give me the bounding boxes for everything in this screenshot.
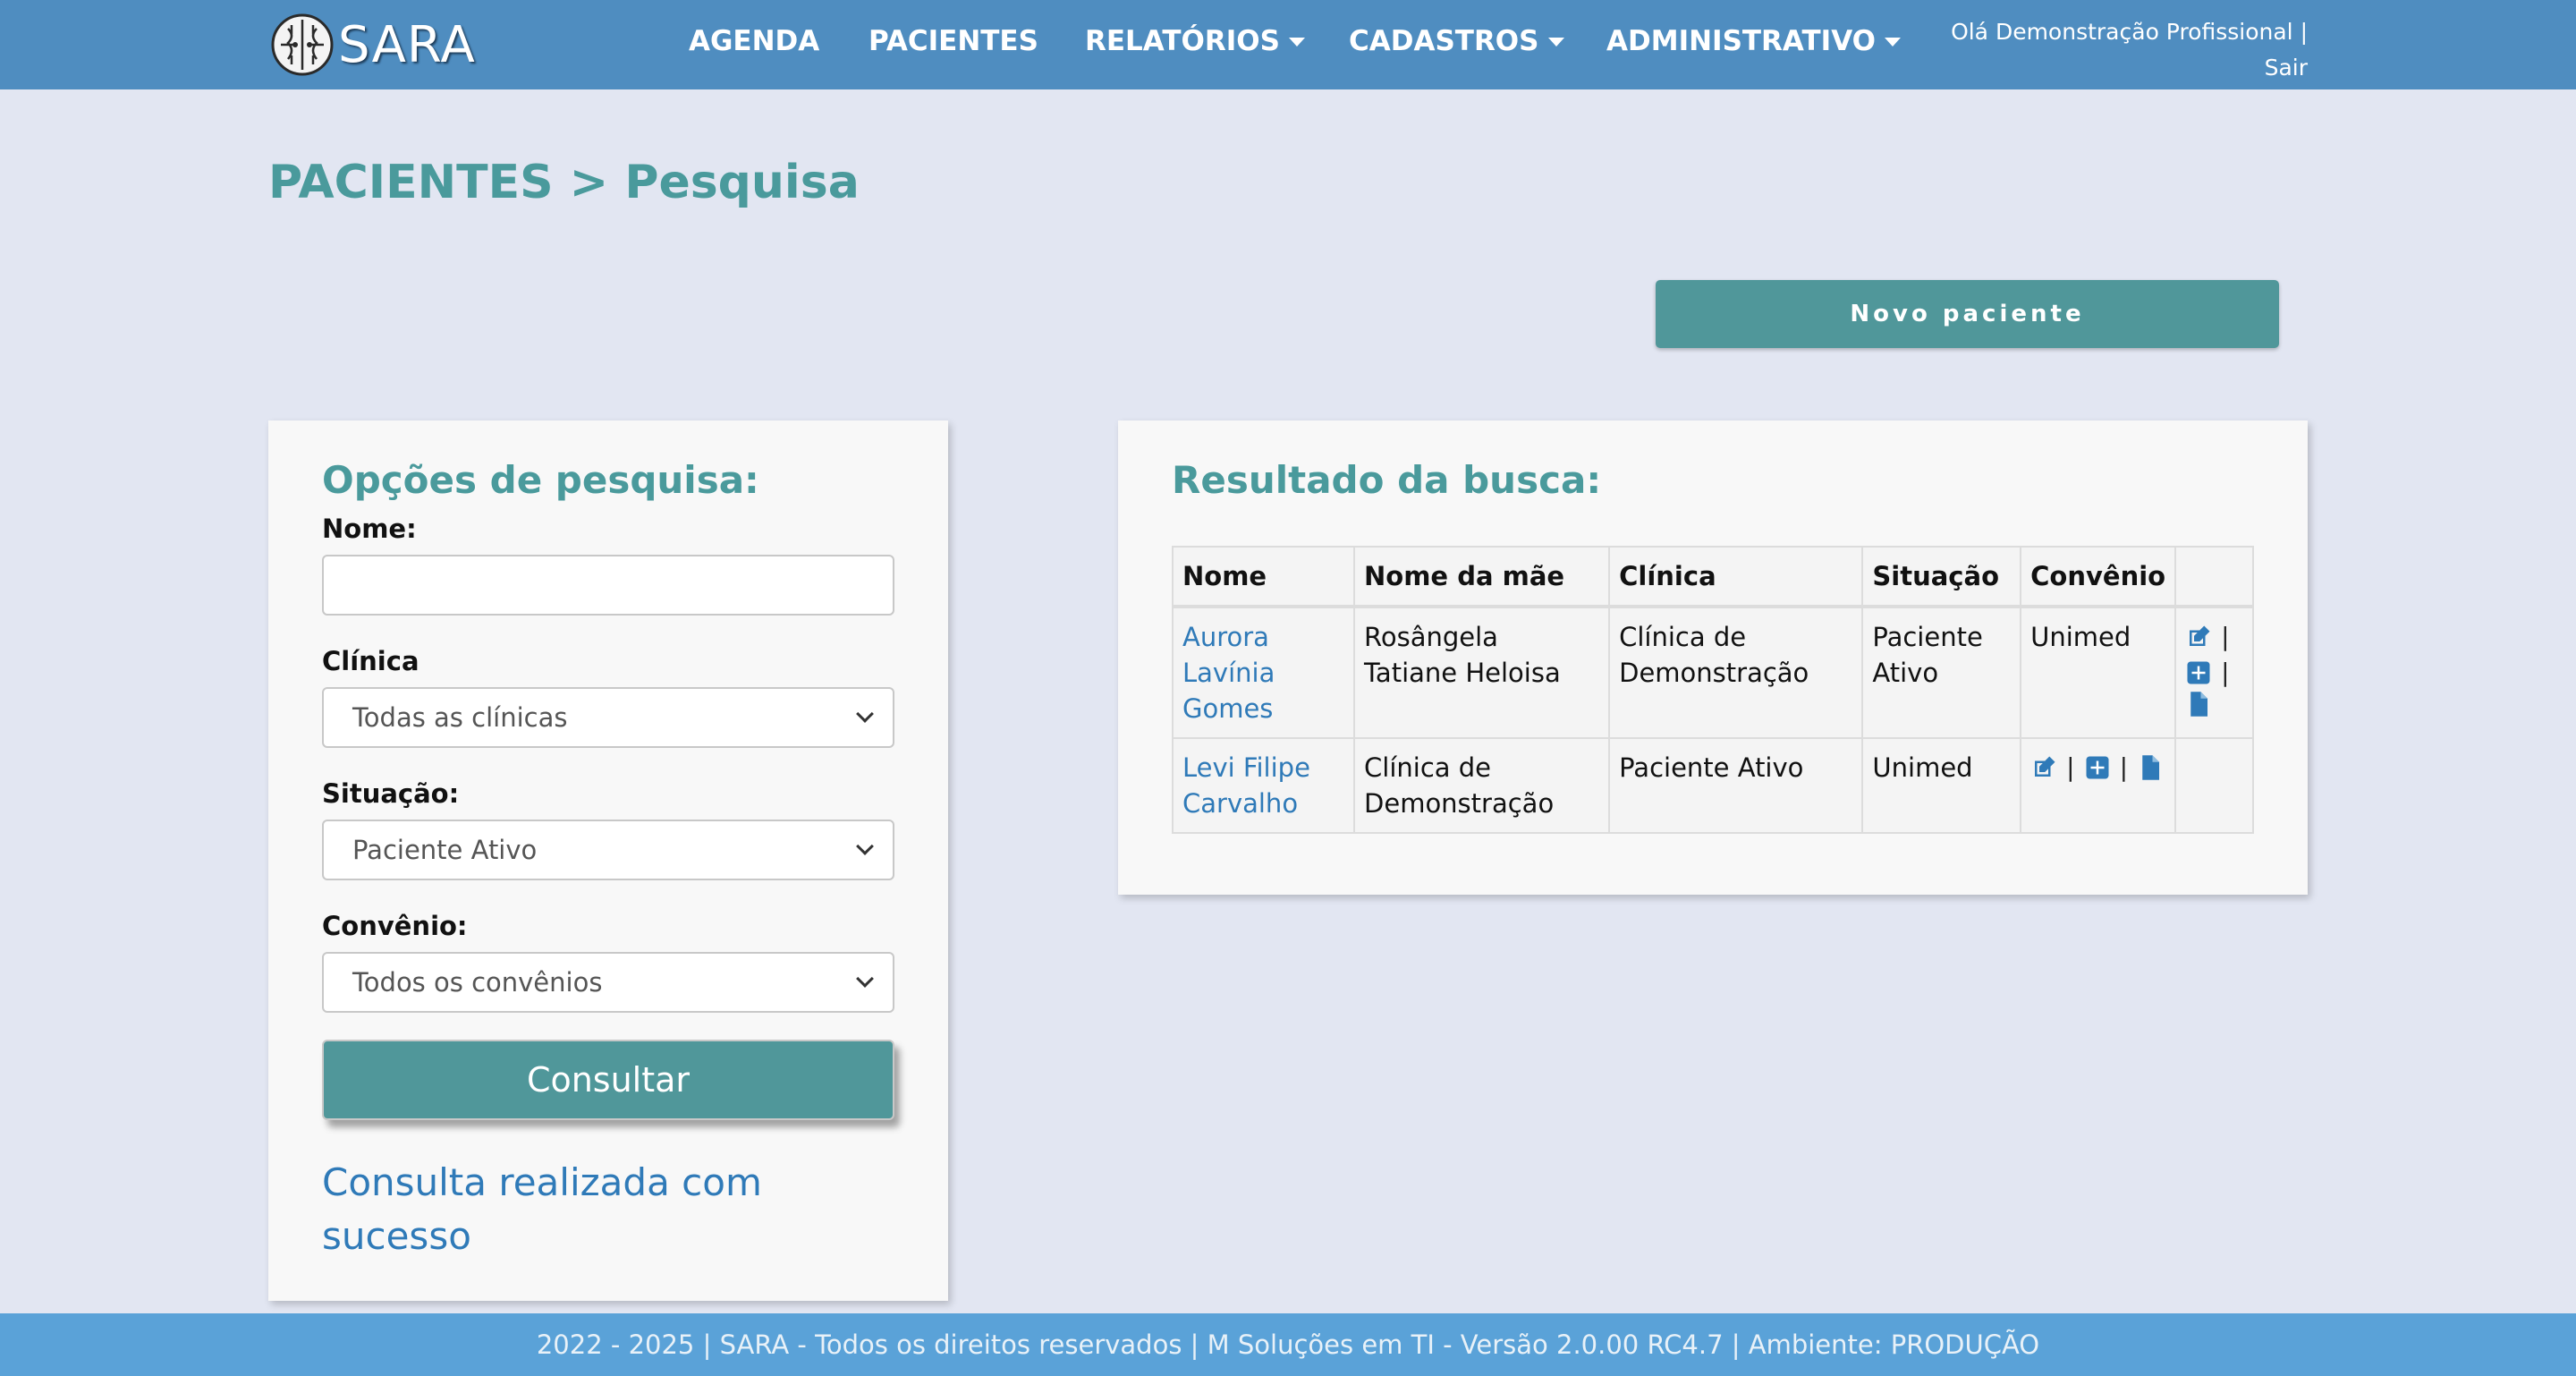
mother-name-cell: Rosângela Tatiane Heloisa [1353, 605, 1611, 739]
nav-administrativo[interactable]: ADMINISTRATIVO [1606, 25, 1901, 57]
search-options-panel: Opções de pesquisa: Nome: Clínica Todas … [268, 420, 948, 1301]
nav-pacientes-label: PACIENTES [869, 25, 1038, 57]
insurance-select-value: Todos os convênios [352, 967, 603, 998]
column-header-clinic: Clínica [1608, 546, 1864, 607]
clinic-cell: Clínica de Demonstração [1608, 605, 1864, 739]
caret-down-icon [1288, 38, 1305, 47]
table-row: Aurora Lavínia Gomes Rosângela Tatiane H… [1171, 605, 2254, 739]
plus-square-icon[interactable] [2084, 754, 2111, 781]
user-menu: Olá Demonstração Profissional | Sair [1951, 14, 2308, 86]
logout-link[interactable]: Sair [2265, 55, 2308, 81]
plus-square-icon[interactable] [2185, 659, 2212, 686]
page-title: PACIENTES > Pesquisa [268, 156, 860, 209]
user-greeting: Olá Demonstração Profissional | [1951, 19, 2308, 45]
file-icon[interactable] [2137, 754, 2164, 781]
brand-logo[interactable]: SARA [270, 13, 476, 77]
search-options-heading: Opções de pesquisa: [322, 458, 759, 502]
clinic-select[interactable]: Todas as clínicas [322, 687, 894, 748]
patient-name-link[interactable]: Levi Filipe Carvalho [1182, 752, 1310, 819]
status-select[interactable]: Paciente Ativo [322, 820, 894, 880]
separator: | [2119, 752, 2129, 782]
nav-administrativo-label: ADMINISTRATIVO [1606, 25, 1876, 57]
nav-pacientes[interactable]: PACIENTES [869, 25, 1038, 57]
top-navbar: SARA AGENDA PACIENTES RELATÓRIOS CADASTR… [0, 0, 2576, 89]
separator: | [2221, 658, 2230, 687]
results-table: Nome Nome da mãe Clínica Situação Convên… [1171, 546, 2254, 834]
separator: | [2066, 752, 2075, 782]
new-patient-button[interactable]: Novo paciente [1656, 280, 2279, 348]
separator: | [2221, 622, 2230, 651]
file-icon[interactable] [2185, 691, 2212, 718]
nav-cadastros[interactable]: CADASTROS [1349, 25, 1564, 57]
status-select-value: Paciente Ativo [352, 835, 538, 865]
edit-icon[interactable] [2030, 754, 2057, 781]
search-results-panel: Resultado da busca: Nome Nome da mãe Clí… [1118, 420, 2308, 895]
table-row: Levi Filipe Carvalho Clínica de Demonstr… [1171, 737, 2254, 834]
chevron-down-icon [856, 837, 874, 855]
nav-cadastros-label: CADASTROS [1349, 25, 1539, 57]
edit-icon[interactable] [2185, 624, 2212, 650]
status-label: Situação: [322, 778, 460, 809]
actions-cell: | | [2174, 605, 2254, 739]
chevron-down-icon [856, 970, 874, 988]
column-header-actions [2174, 546, 2254, 607]
empty-cell [2174, 737, 2254, 834]
clinic-select-value: Todas as clínicas [352, 702, 568, 733]
patient-name-link[interactable]: Aurora Lavínia Gomes [1182, 622, 1275, 724]
column-header-name: Nome [1171, 546, 1356, 607]
nav-relatorios-label: RELATÓRIOS [1085, 25, 1280, 57]
column-header-status: Situação [1861, 546, 2022, 607]
table-header-row: Nome Nome da mãe Clínica Situação Convên… [1171, 546, 2254, 607]
insurance-label: Convênio: [322, 911, 468, 941]
insurance-cell: | | [2020, 737, 2177, 834]
caret-down-icon [1547, 38, 1564, 47]
nav-relatorios[interactable]: RELATÓRIOS [1085, 25, 1305, 57]
clinic-label: Clínica [322, 646, 419, 676]
clinic-cell: Paciente Ativo [1608, 737, 1864, 834]
chevron-down-icon [856, 705, 874, 723]
brand-name: SARA [338, 15, 476, 74]
nav-agenda-label: AGENDA [689, 25, 820, 57]
insurance-select[interactable]: Todos os convênios [322, 952, 894, 1013]
status-cell: Paciente Ativo [1861, 605, 2022, 739]
mother-name-cell: Clínica de Demonstração [1353, 737, 1611, 834]
name-input[interactable] [322, 555, 894, 616]
status-cell: Unimed [1861, 737, 2022, 834]
brain-logo-icon [271, 13, 334, 76]
name-label: Nome: [322, 514, 417, 544]
search-results-heading: Resultado da busca: [1172, 458, 1602, 502]
footer: 2022 - 2025 | SARA - Todos os direitos r… [0, 1313, 2576, 1376]
search-submit-button[interactable]: Consultar [322, 1040, 894, 1120]
column-header-mother: Nome da mãe [1353, 546, 1611, 607]
insurance-cell: Unimed [2020, 605, 2177, 739]
caret-down-icon [1885, 38, 1901, 47]
nav-agenda[interactable]: AGENDA [689, 25, 819, 57]
search-result-message: Consulta realizada com sucesso [322, 1160, 762, 1258]
column-header-insurance: Convênio [2020, 546, 2177, 607]
actions-group: | | [2030, 750, 2164, 786]
